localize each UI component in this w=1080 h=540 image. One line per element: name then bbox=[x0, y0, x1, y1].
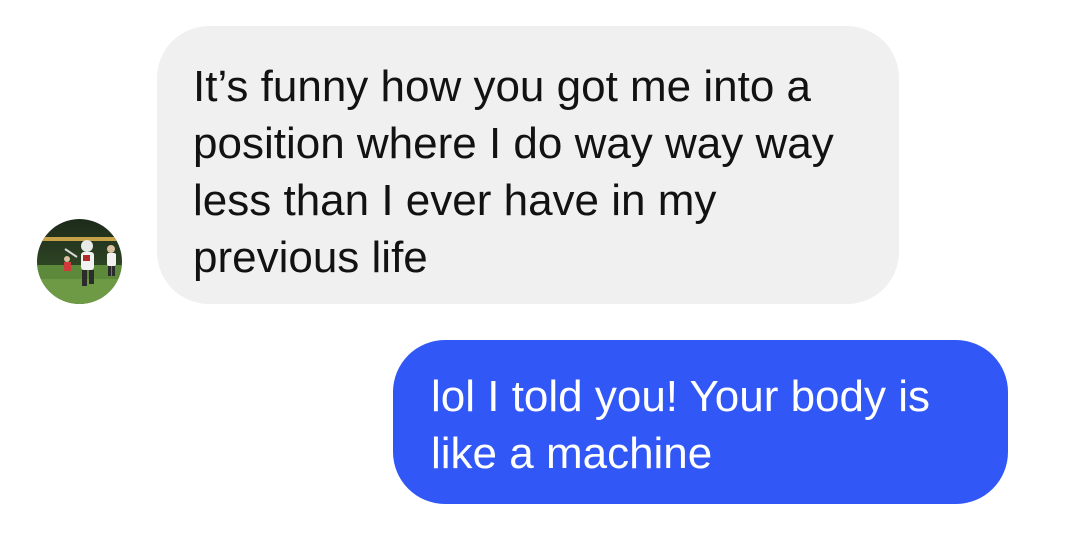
outgoing-message-bubble[interactable]: lol I told you! Your body is like a mach… bbox=[393, 340, 1008, 504]
contact-avatar[interactable] bbox=[37, 219, 122, 304]
incoming-message-bubble[interactable]: It’s funny how you got me into a positio… bbox=[157, 26, 899, 304]
contact-avatar-photo-icon bbox=[37, 219, 122, 304]
